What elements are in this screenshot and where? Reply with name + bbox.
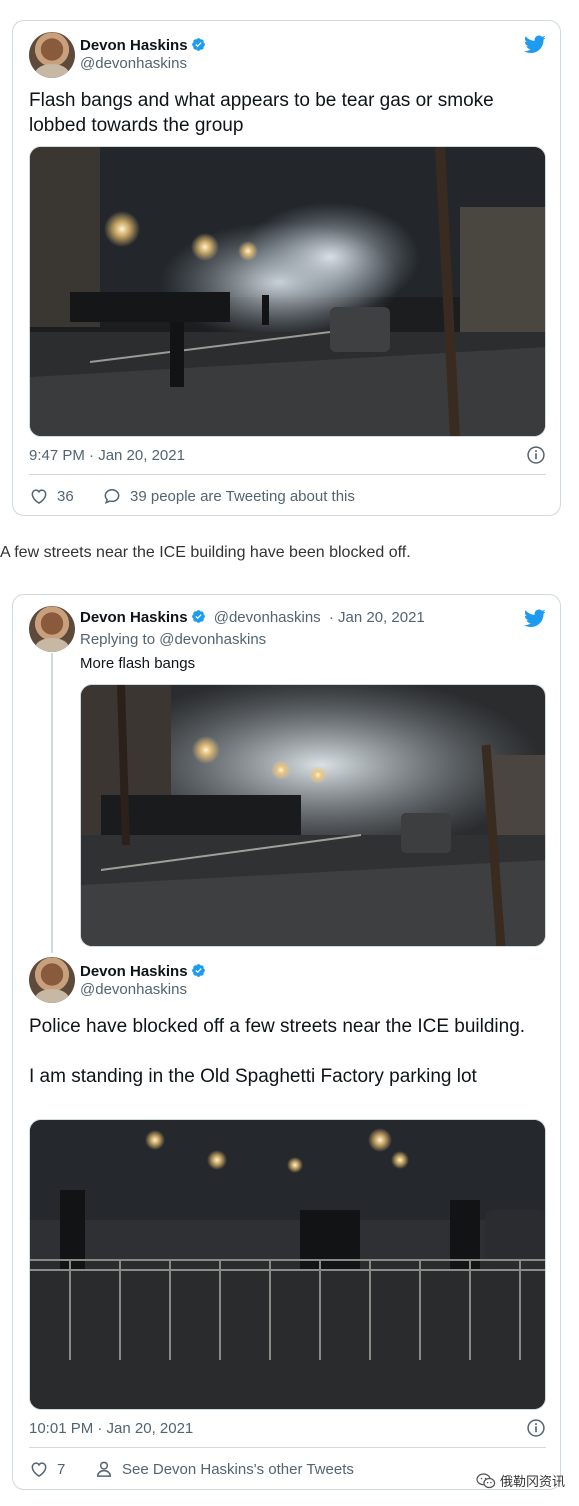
article-paragraph: A few streets near the ICE building have… — [0, 544, 411, 561]
person-icon — [96, 1461, 112, 1477]
profile-link[interactable]: See Devon Haskins's other Tweets — [94, 1459, 354, 1479]
tweet-timestamp[interactable]: 10:01 PM · Jan 20, 2021 — [29, 1420, 193, 1437]
author-handle[interactable]: @devonhaskins — [80, 981, 187, 998]
reply-author-name[interactable]: Devon Haskins @devonhaskins · Jan 20, 20… — [80, 609, 425, 626]
verified-badge-icon — [191, 38, 205, 51]
like-count: 7 — [57, 1460, 66, 1478]
speech-bubble-icon — [104, 488, 120, 505]
replying-to[interactable]: Replying to @devonhaskins — [80, 631, 266, 648]
tweet-timestamp[interactable]: 9:47 PM · Jan 20, 2021 — [29, 447, 185, 464]
thread-connector — [51, 653, 53, 953]
author-name[interactable]: Devon Haskins — [80, 963, 206, 980]
night-street-smoke-scene — [81, 685, 545, 946]
like-button[interactable]: 7 — [29, 1459, 65, 1479]
avatar[interactable] — [29, 606, 75, 652]
info-icon[interactable] — [526, 445, 546, 465]
conversation-link[interactable]: 39 people are Tweeting about this — [102, 486, 355, 506]
like-count: 36 — [57, 487, 74, 505]
divider — [29, 474, 546, 475]
tweet-text: Police have blocked off a few streets ne… — [29, 1016, 526, 1087]
avatar[interactable] — [29, 32, 75, 78]
twitter-bird-icon[interactable] — [522, 33, 548, 55]
night-street-smoke-scene — [30, 147, 545, 436]
tweet-video[interactable] — [29, 1119, 546, 1410]
tweet-card-2[interactable]: Devon Haskins @devonhaskins · Jan 20, 20… — [12, 594, 561, 1490]
author-handle[interactable]: @devonhaskins — [80, 55, 187, 72]
divider — [29, 1447, 546, 1448]
wechat-icon — [476, 1472, 496, 1488]
reply-text: More flash bangs — [80, 655, 196, 672]
verified-badge-icon — [191, 964, 205, 977]
night-parking-lot-scene — [30, 1120, 545, 1409]
twitter-bird-icon[interactable] — [522, 607, 548, 629]
heart-icon — [31, 1462, 47, 1477]
avatar[interactable] — [29, 957, 75, 1003]
verified-badge-icon — [191, 610, 205, 623]
reply-date[interactable]: · Jan 20, 2021 — [329, 609, 425, 626]
tweet-card-1[interactable]: Devon Haskins @devonhaskins Flash bangs … — [12, 20, 561, 516]
tweet-video[interactable] — [29, 146, 546, 437]
reply-video[interactable] — [80, 684, 546, 947]
info-icon[interactable] — [526, 1418, 546, 1438]
wechat-watermark: 俄勒冈资讯 — [476, 1471, 565, 1490]
author-name[interactable]: Devon Haskins — [80, 37, 206, 54]
heart-icon — [31, 489, 47, 504]
like-button[interactable]: 36 — [29, 486, 74, 506]
tweet-text: Flash bangs and what appears to be tear … — [29, 90, 494, 136]
reply-author-handle[interactable]: @devonhaskins — [214, 609, 321, 626]
